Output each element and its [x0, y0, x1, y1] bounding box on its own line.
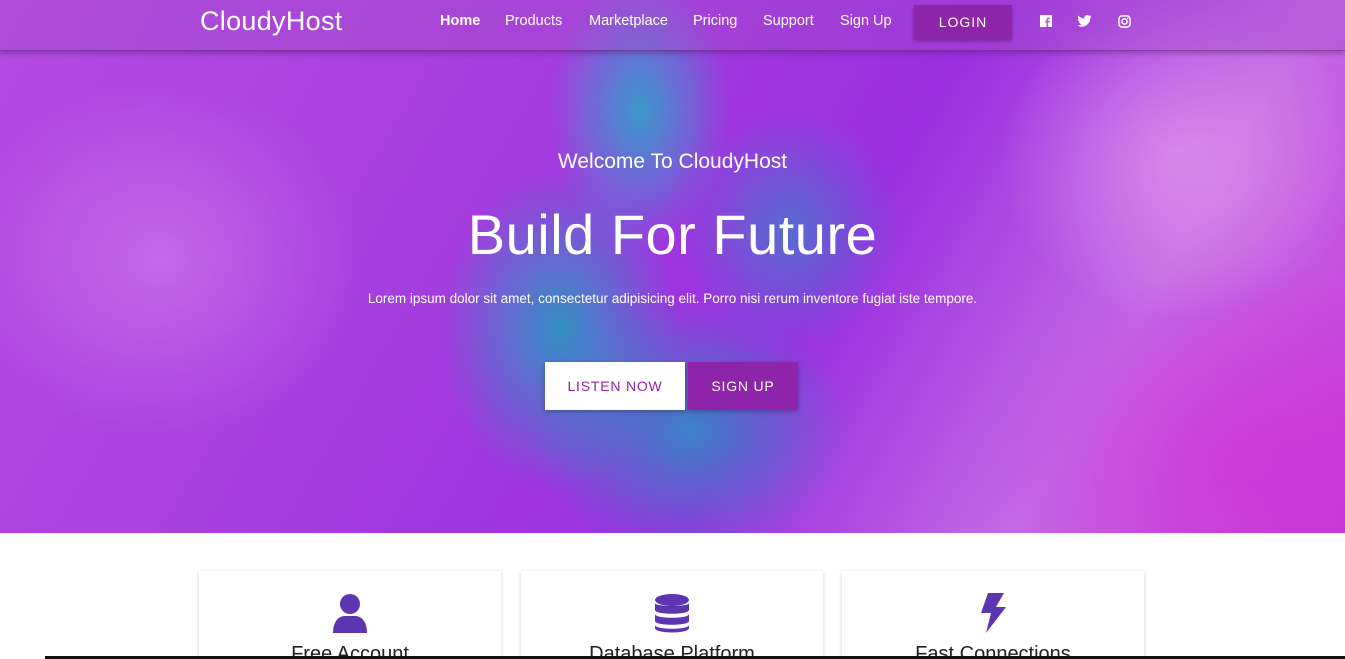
hero-section: CloudyHost Home Products Marketplace Pri…	[0, 0, 1345, 533]
twitter-icon[interactable]	[1076, 13, 1092, 29]
nav-item-support[interactable]: Support	[763, 13, 814, 29]
bolt-icon	[842, 593, 1144, 633]
nav-item-home[interactable]: Home	[440, 13, 480, 29]
nav-item-marketplace[interactable]: Marketplace	[589, 13, 668, 29]
nav-item-products[interactable]: Products	[505, 13, 562, 29]
hero-subtitle: Welcome To CloudyHost	[557, 150, 788, 173]
feature-card-database-platform: Database Platform	[521, 571, 823, 659]
login-button[interactable]: LOGIN	[914, 5, 1012, 39]
listen-now-button[interactable]: LISTEN NOW	[545, 362, 685, 410]
user-icon	[199, 593, 501, 633]
navbar: CloudyHost Home Products Marketplace Pri…	[0, 0, 1345, 51]
page: CloudyHost Home Products Marketplace Pri…	[0, 0, 1345, 659]
sign-up-button[interactable]: SIGN UP	[688, 362, 798, 410]
facebook-icon[interactable]	[1038, 13, 1054, 29]
database-icon	[521, 593, 823, 633]
feature-card-free-account: Free Account	[199, 571, 501, 659]
hero-description: Lorem ipsum dolor sit amet, consectetur …	[367, 291, 978, 306]
nav-item-pricing[interactable]: Pricing	[693, 13, 737, 29]
nav-item-signup[interactable]: Sign Up	[840, 13, 892, 29]
feature-card-fast-connections: Fast Connections	[842, 571, 1144, 659]
hero-title: Build For Future	[467, 203, 878, 266]
brand-logo[interactable]: CloudyHost	[200, 6, 343, 37]
instagram-icon[interactable]	[1116, 13, 1132, 29]
